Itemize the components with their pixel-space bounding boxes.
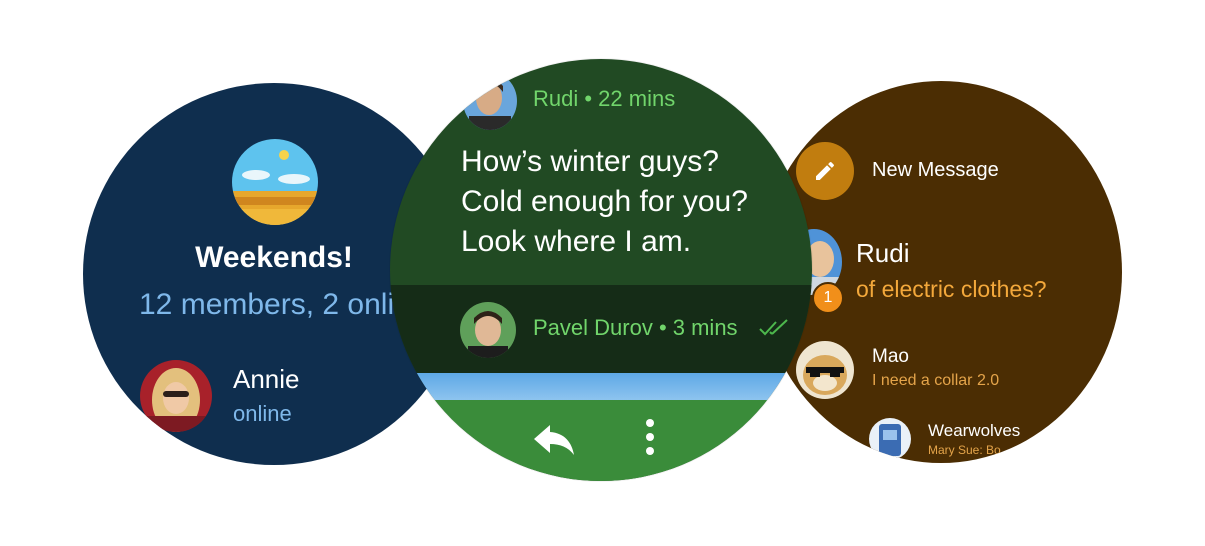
message-watch: Rudi • 22 mins How’s winter guys? Cold e…: [390, 59, 812, 481]
chat-name: Rudi: [856, 238, 910, 268]
sender-meta: Rudi • 22 mins: [533, 86, 676, 111]
message-line: Cold enough for you?: [461, 185, 748, 218]
reply-icon: [534, 425, 574, 455]
message-line: Look where I am.: [461, 225, 692, 258]
chat-preview: of electric clothes?: [856, 276, 1047, 302]
member-avatar[interactable]: [140, 360, 212, 432]
chat-name: Wearwolves: [928, 421, 1021, 440]
chat-preview: I need a collar 2.0: [872, 372, 1000, 389]
member-status: online: [233, 401, 292, 426]
group-avatar[interactable]: [232, 139, 318, 225]
message-line: How’s winter guys?: [461, 145, 719, 178]
sender-avatar[interactable]: [463, 72, 517, 130]
chat-name: Mao: [872, 346, 909, 367]
new-message-label[interactable]: New Message: [872, 159, 999, 182]
group-subtitle: 12 members, 2 online: [139, 288, 428, 321]
new-message-button[interactable]: [796, 142, 854, 200]
pencil-icon: [816, 161, 834, 180]
reply-avatar[interactable]: [460, 302, 516, 358]
chat-list-watch: New Message 1 Rudi of electric clothes? …: [760, 81, 1122, 463]
attached-image-preview[interactable]: [390, 373, 812, 401]
reply-button[interactable]: [532, 419, 576, 459]
more-options-button[interactable]: [642, 417, 658, 457]
more-vertical-icon: [646, 419, 654, 455]
avatar: [869, 418, 911, 460]
action-bar: [390, 400, 812, 481]
member-name: Annie: [233, 364, 300, 394]
double-check-icon: [759, 319, 788, 336]
reply-meta: Pavel Durov • 3 mins: [533, 315, 738, 340]
chat-preview: Mary Sue: Bo: [928, 443, 1001, 457]
unread-badge: 1: [812, 282, 844, 314]
